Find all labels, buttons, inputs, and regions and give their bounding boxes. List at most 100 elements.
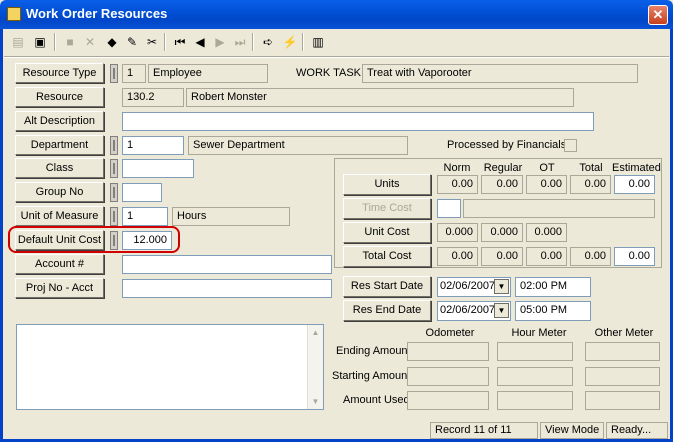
ending-other-meter [585, 342, 660, 361]
total-cost-estimated[interactable]: 0.00 [614, 247, 655, 266]
time-cost-code[interactable] [437, 199, 461, 218]
unit-of-measure-desc: Hours [172, 207, 290, 226]
first-record-icon[interactable]: ⏮ [170, 32, 190, 52]
res-end-time-input[interactable]: 05:00 PM [515, 301, 591, 321]
window-title: Work Order Resources [26, 6, 168, 21]
account-input[interactable] [122, 255, 332, 274]
resource-type-button[interactable]: Resource Type [15, 63, 104, 83]
unit-of-measure-button[interactable]: Unit of Measure [15, 206, 104, 226]
memo-scrollbar[interactable]: ▲ ▼ [307, 325, 323, 409]
meter-col-odometer: Odometer [425, 327, 475, 339]
group-no-lookup-icon[interactable] [110, 183, 118, 202]
resource-type-code: 1 [122, 64, 146, 83]
used-hour-meter [497, 391, 573, 410]
grid-col-total: Total [579, 162, 603, 174]
close-button[interactable]: ✕ [648, 5, 668, 25]
status-state: Ready... [606, 422, 668, 439]
start-date-dropdown-icon[interactable]: ▼ [494, 279, 509, 294]
group-no-input[interactable] [122, 183, 162, 202]
department-lookup-icon[interactable] [110, 136, 118, 155]
starting-amount-label: Starting Amount [332, 370, 411, 382]
unit-of-measure-code-input[interactable]: 1 [122, 207, 168, 226]
scroll-up-icon[interactable]: ▲ [308, 325, 323, 340]
save-icon[interactable]: ■ [60, 32, 80, 52]
toolbar-separator [164, 33, 166, 51]
toolbar-separator [252, 33, 254, 51]
used-odometer [407, 391, 489, 410]
res-start-time-input[interactable]: 02:00 PM [515, 277, 591, 297]
alt-description-button[interactable]: Alt Description [15, 111, 104, 131]
units-regular: 0.00 [481, 175, 523, 194]
resource-type-lookup-icon[interactable] [110, 64, 118, 83]
grid-col-ot: OT [539, 162, 555, 174]
total-cost-button[interactable]: Total Cost [343, 246, 431, 267]
app-icon [7, 7, 21, 21]
units-norm: 0.00 [437, 175, 478, 194]
edit-pencil-icon[interactable]: ✎ [122, 32, 142, 52]
department-desc: Sewer Department [188, 136, 408, 155]
res-end-date-button[interactable]: Res End Date [343, 300, 431, 321]
class-input[interactable] [122, 159, 194, 178]
total-cost-norm: 0.00 [437, 247, 478, 266]
department-code-input[interactable]: 1 [122, 136, 184, 155]
status-mode: View Mode [540, 422, 604, 439]
ending-amount-label: Ending Amount [336, 345, 411, 357]
proj-no-button[interactable]: Proj No - Acct [15, 278, 104, 298]
go-arrow-icon[interactable]: ➪ [258, 32, 278, 52]
notes-memo[interactable]: ▲ ▼ [16, 324, 324, 410]
group-no-button[interactable]: Group No [15, 182, 104, 202]
end-date-dropdown-icon[interactable]: ▼ [494, 303, 509, 318]
proj-no-input[interactable] [122, 279, 332, 298]
unit-cost-ot: 0.000 [526, 223, 567, 242]
class-lookup-icon[interactable] [110, 159, 118, 178]
total-cost-total: 0.00 [570, 247, 611, 266]
records-icon[interactable]: ◆ [102, 32, 122, 52]
used-other-meter [585, 391, 660, 410]
prev-record-icon[interactable]: ◀ [190, 32, 210, 52]
units-ot: 0.00 [526, 175, 567, 194]
work-task-value: Treat with Vaporooter [362, 64, 638, 83]
time-cost-button[interactable]: Time Cost [343, 198, 431, 219]
account-button[interactable]: Account # [15, 254, 104, 274]
grid-col-estimated: Estimated [612, 162, 661, 174]
report-icon[interactable]: ▥ [308, 32, 328, 52]
cut-icon[interactable]: ✂ [142, 32, 162, 52]
units-total: 0.00 [570, 175, 611, 194]
unit-cost-regular: 0.000 [481, 223, 523, 242]
resource-desc: Robert Monster [186, 88, 574, 107]
lightning-icon[interactable]: ⚡ [280, 32, 300, 52]
scroll-down-icon[interactable]: ▼ [308, 394, 323, 409]
department-button[interactable]: Department [15, 135, 104, 155]
meter-col-hour-meter: Hour Meter [511, 327, 567, 339]
next-record-icon[interactable]: ▶ [210, 32, 230, 52]
copy-form-icon[interactable]: ▣ [30, 32, 50, 52]
res-start-date-button[interactable]: Res Start Date [343, 276, 431, 297]
form-icon[interactable]: ▤ [8, 32, 28, 52]
resource-code: 130.2 [122, 88, 184, 107]
toolbar-separator [302, 33, 304, 51]
highlight-annotation [8, 226, 180, 253]
starting-odometer [407, 367, 489, 386]
starting-other-meter [585, 367, 660, 386]
total-cost-regular: 0.00 [481, 247, 523, 266]
toolbar-separator [54, 33, 56, 51]
work-task-label: WORK TASK [296, 67, 361, 79]
resource-button[interactable]: Resource [15, 87, 104, 107]
last-record-icon[interactable]: ⏭ [230, 32, 250, 52]
class-button[interactable]: Class [15, 158, 104, 178]
resource-type-desc: Employee [148, 64, 268, 83]
unit-cost-button[interactable]: Unit Cost [343, 222, 431, 243]
delete-icon[interactable]: ✕ [80, 32, 100, 52]
toolbar: ▤ ▣ ■ ✕ ◆ ✎ ✂ ⏮ ◀ ▶ ⏭ ➪ ⚡ ▥ [8, 31, 338, 54]
ending-hour-meter [497, 342, 573, 361]
unit-of-measure-lookup-icon[interactable] [110, 207, 118, 226]
grid-col-norm: Norm [443, 162, 471, 174]
units-estimated[interactable]: 0.00 [614, 175, 655, 194]
starting-hour-meter [497, 367, 573, 386]
processed-checkbox[interactable] [564, 139, 577, 152]
unit-cost-norm: 0.000 [437, 223, 478, 242]
alt-description-input[interactable] [122, 112, 594, 131]
ending-odometer [407, 342, 489, 361]
units-button[interactable]: Units [343, 174, 431, 195]
status-record: Record 11 of 11 [430, 422, 538, 439]
